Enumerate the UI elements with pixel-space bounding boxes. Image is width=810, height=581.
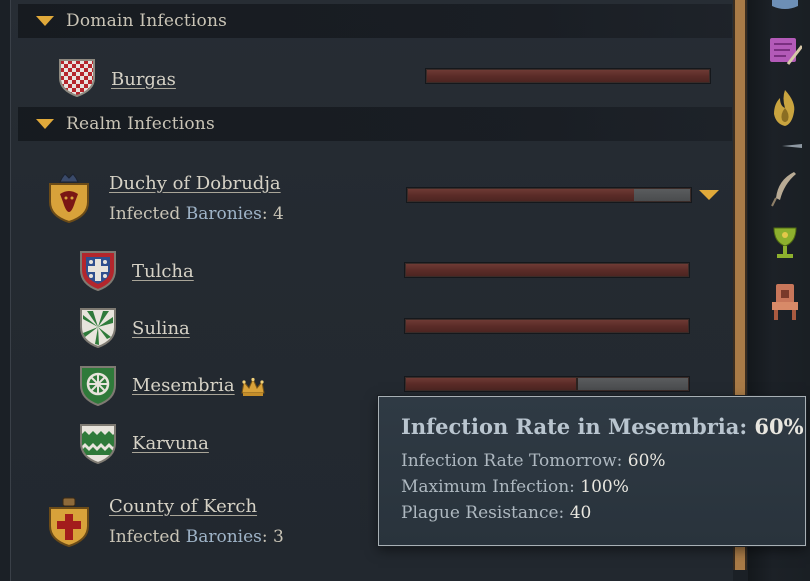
infection-rate-tooltip: Infection Rate in Mesembria: 60% Infecti… bbox=[378, 396, 806, 546]
tooltip-line-label: Plague Resistance: bbox=[401, 503, 570, 523]
expand-triangle-icon[interactable] bbox=[699, 190, 719, 200]
mesembria-coat-of-arms-icon[interactable] bbox=[77, 363, 119, 407]
infection-bar-fill bbox=[406, 320, 688, 332]
infected-label: Infected bbox=[109, 204, 181, 224]
scroll-quill-icon[interactable] bbox=[768, 32, 802, 72]
tulcha-coat-of-arms-icon[interactable] bbox=[77, 248, 119, 292]
burgas-coat-of-arms-icon[interactable] bbox=[56, 56, 98, 98]
collapse-triangle-icon[interactable] bbox=[36, 16, 54, 26]
tooltip-line-label: Maximum Infection: bbox=[401, 477, 581, 497]
infection-bar-remaining bbox=[634, 189, 690, 201]
infection-bar-mesembria bbox=[404, 376, 690, 392]
domain-infections-header[interactable]: Domain Infections bbox=[18, 4, 732, 38]
county-coat-of-arms-icon[interactable] bbox=[46, 496, 92, 548]
count-value: : 4 bbox=[261, 204, 284, 224]
count-value: : 3 bbox=[261, 527, 284, 547]
infection-bar-fill bbox=[406, 378, 576, 390]
barony-link-tulcha[interactable]: Tulcha bbox=[132, 261, 194, 282]
infection-bar-remaining bbox=[578, 378, 688, 390]
county-link-kerch[interactable]: County of Kerch bbox=[109, 496, 257, 517]
infected-baronies-count: Infected Baronies: 3 bbox=[109, 527, 284, 547]
tooltip-title: Infection Rate in Mesembria: 60% bbox=[401, 414, 804, 439]
duchy-coat-of-arms-icon[interactable] bbox=[46, 172, 92, 224]
crown-icon bbox=[241, 377, 265, 396]
tooltip-title-label: Infection Rate in Mesembria: bbox=[401, 414, 755, 439]
duchy-link-dobrudja[interactable]: Duchy of Dobrudja bbox=[109, 173, 281, 194]
karvuna-coat-of-arms-icon[interactable] bbox=[77, 421, 119, 465]
tooltip-title-value: 60% bbox=[754, 414, 804, 439]
barony-link-burgas[interactable]: Burgas bbox=[111, 69, 176, 90]
tooltip-line-max-infection: Maximum Infection: 100% bbox=[401, 477, 629, 497]
infection-bar-fill bbox=[427, 70, 709, 82]
infected-baronies-count: Infected Baronies: 4 bbox=[109, 204, 284, 224]
plague-infections-window: Domain Infections Burgas Realm Infection… bbox=[0, 0, 810, 581]
barony-link-mesembria[interactable]: Mesembria bbox=[132, 375, 235, 396]
realm-infections-header[interactable]: Realm Infections bbox=[18, 107, 732, 141]
infection-bar-sulina bbox=[404, 318, 690, 334]
goblet-icon[interactable] bbox=[768, 224, 802, 264]
collapse-triangle-icon[interactable] bbox=[36, 119, 54, 129]
infection-bar-burgas bbox=[425, 68, 711, 84]
infection-bar-fill bbox=[408, 189, 634, 201]
barony-link-sulina[interactable]: Sulina bbox=[132, 318, 190, 339]
flame-icon[interactable] bbox=[768, 88, 802, 128]
tooltip-line-label: Infection Rate Tomorrow: bbox=[401, 451, 628, 471]
barony-link-karvuna[interactable]: Karvuna bbox=[132, 433, 209, 454]
tooltip-line-value: 60% bbox=[627, 451, 666, 471]
tooltip-line-plague-resistance: Plague Resistance: 40 bbox=[401, 503, 591, 523]
tooltip-line-value: 40 bbox=[569, 503, 592, 523]
infection-bar-fill bbox=[406, 264, 688, 276]
tooltip-line-value: 100% bbox=[580, 477, 629, 497]
baronies-label[interactable]: Baronies bbox=[186, 204, 262, 224]
tooltip-line-rate-tomorrow: Infection Rate Tomorrow: 60% bbox=[401, 451, 666, 471]
section-title: Realm Infections bbox=[66, 114, 215, 134]
sulina-coat-of-arms-icon[interactable] bbox=[77, 305, 119, 349]
throne-icon[interactable] bbox=[768, 282, 802, 322]
infection-bar-dobrudja bbox=[406, 187, 692, 203]
infection-bar-tulcha bbox=[404, 262, 690, 278]
infected-label: Infected bbox=[109, 527, 181, 547]
feather-icon[interactable] bbox=[768, 168, 802, 208]
section-title: Domain Infections bbox=[66, 11, 228, 31]
baronies-label[interactable]: Baronies bbox=[186, 527, 262, 547]
